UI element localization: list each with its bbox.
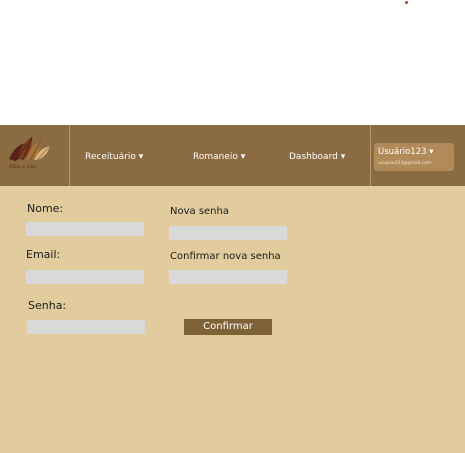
email-label: Email: (26, 248, 61, 261)
senha-label: Senha: (28, 299, 67, 312)
nav-receituario[interactable]: Receituário ▾ (85, 152, 143, 162)
bakery-logo[interactable]: Pães e Cia (0, 125, 70, 186)
nav-romaneio[interactable]: Romaneio ▾ (193, 152, 245, 162)
confirmar-senha-field[interactable] (169, 270, 287, 284)
email-field[interactable] (26, 270, 144, 284)
nome-field[interactable] (26, 222, 144, 236)
user-name: Usuário123 ▾ (378, 147, 434, 157)
nova-senha-label: Nova senha (170, 206, 229, 217)
logo-tagline: Pães e Cia (8, 163, 35, 170)
red-dot-marker (405, 1, 408, 4)
user-menu[interactable]: Usuário123 ▾ usuario123@gmail.com (374, 143, 454, 171)
profile-form: Nome: Email: Senha: Nova senha Confirmar… (0, 186, 465, 453)
confirmar-button[interactable]: Confirmar (184, 319, 272, 335)
senha-field[interactable] (27, 320, 145, 334)
user-email: usuario123@gmail.com (378, 161, 432, 166)
nome-label: Nome: (27, 202, 64, 215)
nova-senha-field[interactable] (169, 226, 287, 240)
logo-icon: Pães e Cia (8, 136, 51, 170)
nav-dashboard[interactable]: Dashboard ▾ (289, 152, 345, 162)
top-navbar: Pães e Cia Receituário ▾ Romaneio ▾ Dash… (0, 125, 465, 186)
confirmar-senha-label: Confirmar nova senha (170, 251, 281, 262)
nav-divider (370, 125, 371, 186)
